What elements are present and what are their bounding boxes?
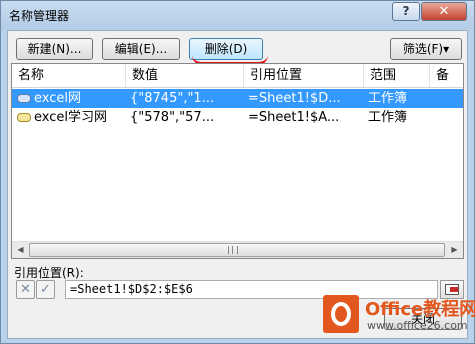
row-refers-to: =Sheet1!$A... [248, 110, 340, 125]
edit-name-button[interactable]: 编辑(E)... [102, 38, 180, 60]
cancel-edit-icon[interactable]: ✕ [16, 280, 35, 299]
scrollbar-thumb[interactable] [29, 243, 445, 257]
table-row[interactable]: excel网 {"8745","1... =Sheet1!$D... 工作簿 [12, 89, 463, 108]
names-list[interactable]: 名称 数值 引用位置 范围 备 excel网 {"8745","1... =Sh… [11, 63, 464, 259]
help-button[interactable]: ? [392, 2, 420, 21]
filter-button[interactable]: 筛选(F)▾ [390, 38, 462, 60]
refers-to-label: 引用位置(R): [14, 266, 84, 280]
window-close-button[interactable]: ✕ [421, 2, 467, 21]
row-value: {"8745","1... [130, 91, 215, 106]
row-name: excel网 [34, 91, 81, 106]
list-header: 名称 数值 引用位置 范围 备 [12, 64, 463, 88]
confirm-edit-icon[interactable]: ✓ [36, 280, 55, 299]
table-row[interactable]: excel学习网 {"578","57... =Sheet1!$A... 工作簿 [12, 108, 463, 127]
new-name-button[interactable]: 新建(N)... [16, 38, 93, 60]
window-title: 名称管理器 [9, 9, 70, 23]
row-value: {"578","57... [130, 110, 215, 125]
watermark-url: www.office26.com [367, 319, 468, 332]
horizontal-scrollbar[interactable]: ◀ ▶ [12, 241, 463, 258]
row-name: excel学习网 [34, 110, 107, 125]
column-header-value[interactable]: 数值 [126, 64, 244, 87]
scroll-right-icon[interactable]: ▶ [446, 242, 463, 258]
row-scope: 工作簿 [368, 91, 408, 106]
office-logo-icon [323, 295, 359, 333]
watermark: Office教程网 www.office26.com [323, 291, 475, 339]
watermark-brand: Office教程网 [365, 299, 475, 320]
row-scope: 工作簿 [368, 110, 408, 125]
column-header-scope[interactable]: 范围 [364, 64, 430, 87]
column-header-refers-to[interactable]: 引用位置 [244, 64, 364, 87]
column-header-comment[interactable]: 备 [430, 64, 463, 87]
title-bar[interactable]: 名称管理器 ? ✕ [1, 1, 474, 29]
row-refers-to: =Sheet1!$D... [248, 91, 341, 106]
column-header-name[interactable]: 名称 [12, 64, 126, 87]
scroll-left-icon[interactable]: ◀ [12, 242, 29, 258]
name-manager-window: 名称管理器 ? ✕ 新建(N)... 编辑(E)... 删除(D) 筛选(F)▾… [0, 0, 475, 344]
grip-icon [228, 246, 238, 254]
